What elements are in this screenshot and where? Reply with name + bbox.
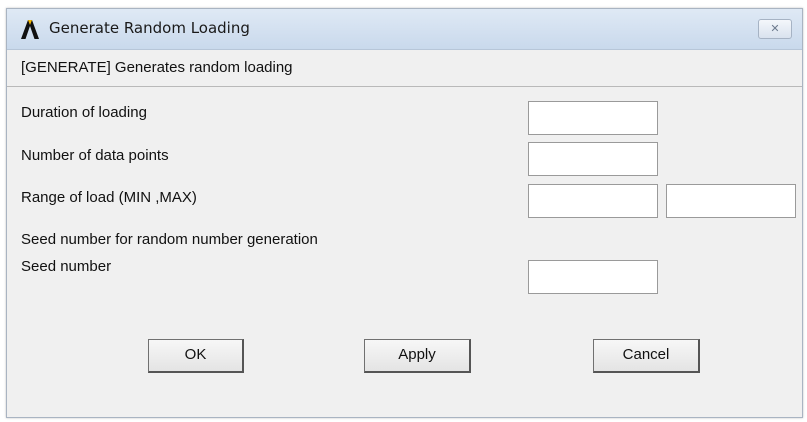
cancel-button[interactable]: Cancel — [593, 339, 700, 373]
generate-random-loading-dialog: Generate Random Loading ✕ [GENERATE] Gen… — [6, 8, 803, 418]
data-points-input[interactable] — [528, 142, 658, 176]
title-bar[interactable]: Generate Random Loading ✕ — [7, 9, 802, 50]
data-points-label: Number of data points — [21, 147, 169, 164]
duration-label: Duration of loading — [21, 104, 147, 121]
command-header: [GENERATE] Generates random loading — [7, 50, 802, 87]
seed-number-label: Seed number — [21, 258, 112, 275]
duration-input[interactable] — [528, 101, 658, 135]
ok-button[interactable]: OK — [148, 339, 244, 373]
load-range-label: Range of load (MIN ,MAX) — [21, 189, 197, 206]
apply-button[interactable]: Apply — [364, 339, 471, 373]
load-range-max-input[interactable] — [666, 184, 796, 218]
close-icon: ✕ — [770, 23, 780, 35]
ansys-logo-icon — [21, 20, 39, 39]
close-button[interactable]: ✕ — [758, 19, 792, 39]
load-range-min-input[interactable] — [528, 184, 658, 218]
window-title: Generate Random Loading — [49, 19, 250, 37]
command-description: [GENERATE] Generates random loading — [21, 59, 293, 76]
seed-section-label: Seed number for random number generation — [21, 231, 318, 248]
seed-number-input[interactable] — [528, 260, 658, 294]
